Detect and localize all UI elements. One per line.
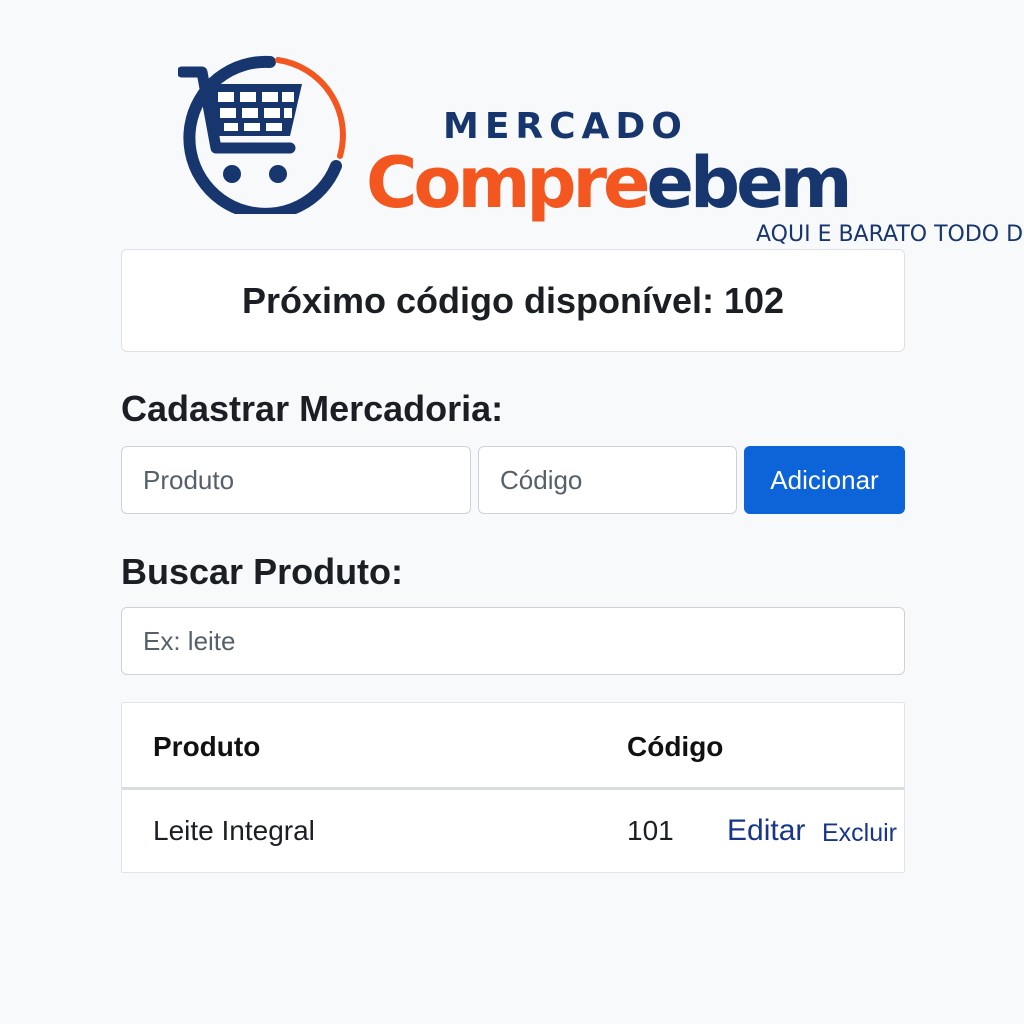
search-heading: Buscar Produto:	[121, 551, 404, 592]
table-header: Produto Código	[122, 703, 904, 790]
row-product: Leite Integral	[153, 815, 315, 846]
search-input[interactable]	[121, 607, 905, 675]
brand-tagline: AQUI E BARATO TODO DIA!	[756, 222, 1024, 247]
edit-link[interactable]: Editar	[727, 814, 805, 848]
brand-name-part1: Compre	[366, 142, 651, 224]
delete-link[interactable]: Excluir	[822, 819, 897, 848]
brand-logo: MERCADO Compreebem AQUI E BARATO TODO DI…	[178, 44, 1024, 247]
add-button[interactable]: Adicionar	[744, 446, 905, 514]
brand-name: Compreebem	[366, 140, 853, 226]
code-input[interactable]	[478, 446, 737, 514]
shopping-cart-icon	[178, 55, 346, 214]
row-code: 101	[627, 815, 674, 846]
column-header-product: Produto	[153, 731, 261, 762]
next-code-text: Próximo código disponível: 102	[241, 279, 785, 321]
table-row: Leite Integral 101 Editar Excluir	[122, 790, 904, 870]
register-heading: Cadastrar Mercadoria:	[121, 388, 504, 429]
product-input[interactable]	[121, 446, 471, 514]
next-code-card: Próximo código disponível: 102	[121, 249, 905, 352]
products-table: Produto Código Leite Integral 101 Editar…	[121, 702, 905, 873]
column-header-code: Código	[627, 731, 724, 762]
brand-name-part2: ebem	[646, 142, 853, 224]
